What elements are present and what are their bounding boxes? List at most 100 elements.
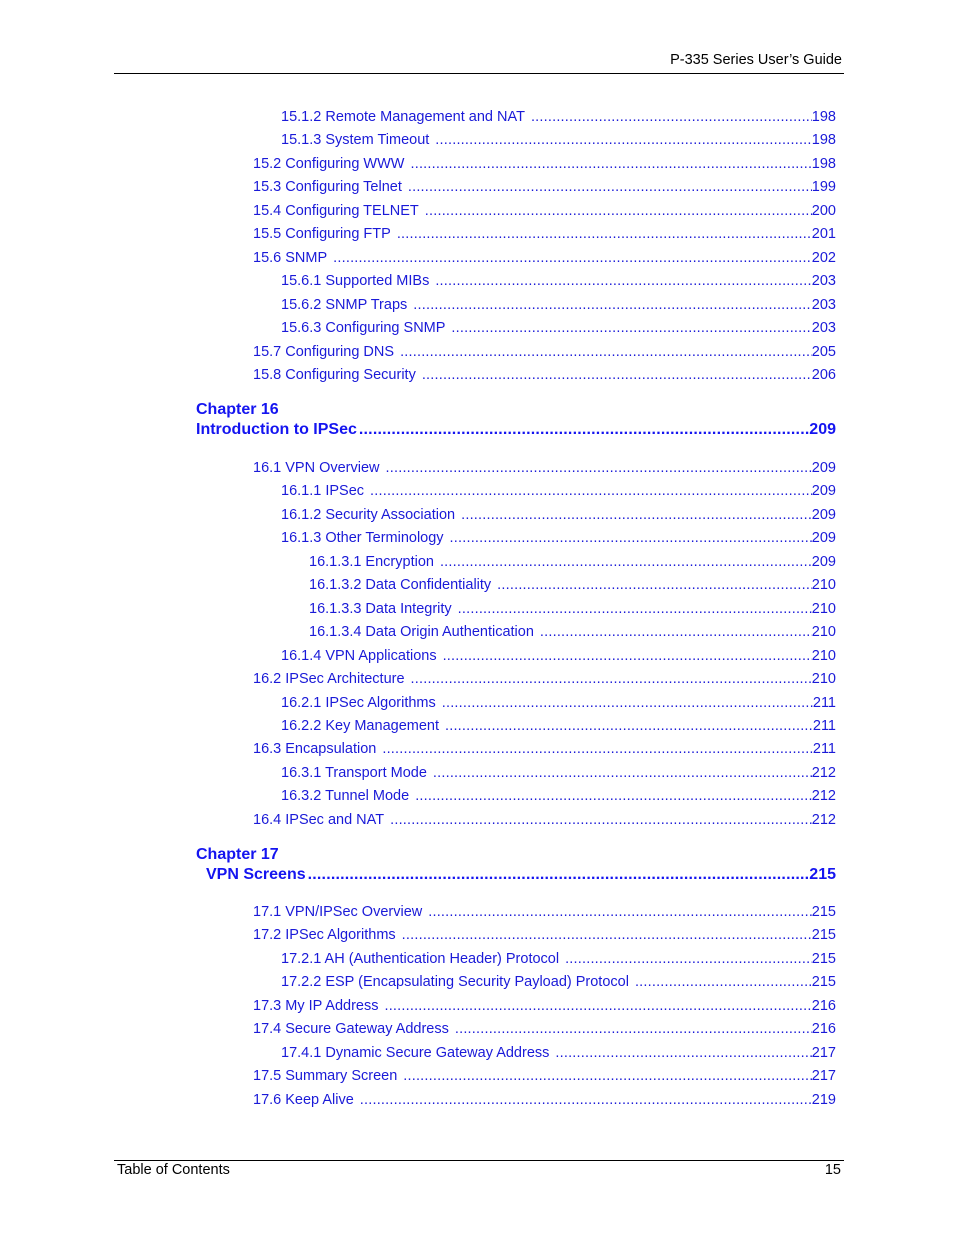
- toc-entry[interactable]: 15.6.2 SNMP Traps 203: [281, 296, 836, 314]
- dot-leader: [497, 576, 812, 594]
- toc-entry[interactable]: 15.1.2 Remote Management and NAT 198: [281, 108, 836, 126]
- toc-entry[interactable]: 15.4 Configuring TELNET 200: [253, 202, 836, 220]
- toc-entry[interactable]: 16.2.2 Key Management 211: [281, 717, 836, 735]
- entry-page: 217: [811, 1068, 836, 1085]
- entry-page: 215: [811, 904, 836, 920]
- entry-title: 16.3 Encapsulation: [253, 741, 377, 758]
- toc-entry[interactable]: 16.1.1 IPSec 209: [281, 482, 836, 500]
- toc-entry[interactable]: 16.1 VPN Overview 209: [253, 459, 836, 477]
- toc-entry[interactable]: 15.6 SNMP 202: [253, 249, 836, 267]
- toc-entry[interactable]: 17.2.1 AH (Authentication Header) Protoc…: [281, 950, 836, 968]
- toc-entry[interactable]: 17.4.1 Dynamic Secure Gateway Address 217: [281, 1044, 836, 1062]
- toc-entry[interactable]: 17.2.2 ESP (Encapsulating Security Paylo…: [281, 973, 836, 991]
- toc-entry[interactable]: 15.5 Configuring FTP 201: [253, 225, 836, 243]
- entry-title: 17.4 Secure Gateway Address: [253, 1021, 449, 1038]
- footer-rule: [114, 1160, 844, 1161]
- entry-title: 15.7 Configuring DNS: [253, 343, 395, 360]
- entry-page: 209: [811, 506, 836, 523]
- entry-page: 215: [811, 950, 836, 967]
- toc-entry[interactable]: 16.1.3 Other Terminology 209: [281, 529, 836, 547]
- toc-entry[interactable]: 15.7 Configuring DNS 205: [253, 343, 836, 361]
- entry-page: 203: [811, 273, 836, 290]
- entry-page: 209: [809, 421, 836, 438]
- toc-entry[interactable]: 17.4 Secure Gateway Address 216: [253, 1020, 836, 1038]
- entry-title: 15.6.1 Supported MIBs: [281, 273, 430, 290]
- entry-page: 212: [811, 811, 836, 828]
- entry-title: 15.2 Configuring WWW: [253, 155, 405, 172]
- toc-entry[interactable]: 16.3 Encapsulation 211: [253, 740, 836, 758]
- entry-title: 17.2 IPSec Algorithms: [253, 927, 396, 944]
- toc-entry[interactable]: 17.5 Summary Screen 217: [253, 1067, 836, 1085]
- dot-leader: [408, 178, 812, 196]
- toc-entry[interactable]: 16.2.1 IPSec Algorithms 211: [281, 694, 836, 712]
- footer-section: Table of Contents: [117, 1162, 230, 1178]
- entry-title: 17.2.1 AH (Authentication Header) Protoc…: [281, 950, 560, 967]
- dot-leader: [433, 764, 812, 782]
- dot-leader: [540, 623, 812, 641]
- dot-leader: [461, 506, 812, 524]
- entry-page: 198: [811, 132, 836, 149]
- entry-title: 16.1.3.3 Data Integrity: [309, 600, 452, 617]
- dot-leader: [435, 272, 811, 290]
- toc-entry[interactable]: 15.2 Configuring WWW 198: [253, 155, 836, 173]
- entry-title: 16.3.2 Tunnel Mode: [281, 788, 410, 805]
- dot-leader: [370, 482, 812, 500]
- dot-leader: [440, 553, 812, 571]
- entry-page: 211: [812, 694, 836, 711]
- entry-page: 210: [811, 671, 836, 688]
- toc-entry[interactable]: 17.3 My IP Address 216: [253, 997, 836, 1015]
- toc-entry[interactable]: 16.1.3.1 Encryption 209: [309, 553, 836, 571]
- toc-entry[interactable]: 16.2 IPSec Architecture 210: [253, 670, 836, 688]
- entry-page: 209: [811, 553, 836, 570]
- entry-title: Introduction to IPSec: [196, 421, 357, 438]
- chapter-entry[interactable]: Introduction to IPSec 209: [196, 421, 836, 439]
- entry-title: 17.1 VPN/IPSec Overview: [253, 904, 423, 920]
- toc-entry[interactable]: 16.1.3.4 Data Origin Authentication 210: [309, 623, 836, 641]
- toc-entry[interactable]: 16.1.3.2 Data Confidentiality 210: [309, 576, 836, 594]
- toc-entry[interactable]: 15.6.1 Supported MIBs 203: [281, 272, 836, 290]
- toc-entry[interactable]: 15.6.3 Configuring SNMP 203: [281, 319, 836, 337]
- dot-leader: [411, 670, 812, 688]
- entry-page: 209: [811, 530, 836, 547]
- entry-title: 15.6.3 Configuring SNMP: [281, 320, 446, 337]
- entry-title: 15.1.2 Remote Management and NAT: [281, 109, 525, 125]
- entry-page: 219: [811, 1091, 836, 1108]
- dot-leader: [403, 1067, 812, 1085]
- toc-entry[interactable]: 17.1 VPN/IPSec Overview 215: [253, 903, 836, 921]
- toc-entry[interactable]: 16.4 IPSec and NAT 212: [253, 811, 836, 829]
- toc-entry[interactable]: 15.1.3 System Timeout 198: [281, 131, 836, 149]
- dot-leader: [445, 717, 813, 735]
- entry-page: 203: [811, 296, 836, 313]
- entry-page: 198: [811, 109, 836, 125]
- toc-entry[interactable]: 17.6 Keep Alive 219: [253, 1091, 836, 1109]
- toc-entry[interactable]: 16.1.2 Security Association 209: [281, 506, 836, 524]
- entry-page: 198: [811, 155, 836, 172]
- entry-page: 210: [811, 624, 836, 641]
- dot-leader: [565, 950, 812, 968]
- header-rule: [114, 73, 844, 74]
- dot-leader: [382, 740, 813, 758]
- toc-entry[interactable]: 16.3.1 Transport Mode 212: [281, 764, 836, 782]
- entry-title: 15.3 Configuring Telnet: [253, 179, 402, 196]
- entry-title: 16.1.3.2 Data Confidentiality: [309, 577, 492, 594]
- running-header: P-335 Series User’s Guide: [670, 52, 842, 68]
- entry-title: 16.1.4 VPN Applications: [281, 647, 437, 664]
- toc-entry[interactable]: 16.1.3.3 Data Integrity 210: [309, 600, 836, 618]
- toc-entry[interactable]: 17.2 IPSec Algorithms 215: [253, 926, 836, 944]
- entry-title: 16.4 IPSec and NAT: [253, 811, 385, 828]
- dot-leader: [635, 973, 812, 991]
- toc-entry[interactable]: 16.1.4 VPN Applications 210: [281, 647, 836, 665]
- dot-leader: [435, 131, 812, 149]
- entry-page: 206: [811, 366, 836, 383]
- entry-page: 215: [811, 927, 836, 944]
- entry-title: 16.1.3.4 Data Origin Authentication: [309, 624, 534, 641]
- toc-entry[interactable]: 16.3.2 Tunnel Mode 212: [281, 787, 836, 805]
- chapter-entry[interactable]: VPN Screens 215: [206, 866, 836, 884]
- dot-leader: [451, 319, 811, 337]
- dot-leader: [411, 155, 812, 173]
- entry-title: 17.5 Summary Screen: [253, 1068, 398, 1085]
- entry-page: 210: [811, 577, 836, 594]
- chapter-label: Chapter 16: [196, 401, 279, 418]
- toc-entry[interactable]: 15.3 Configuring Telnet 199: [253, 178, 836, 196]
- toc-entry[interactable]: 15.8 Configuring Security 206: [253, 366, 836, 384]
